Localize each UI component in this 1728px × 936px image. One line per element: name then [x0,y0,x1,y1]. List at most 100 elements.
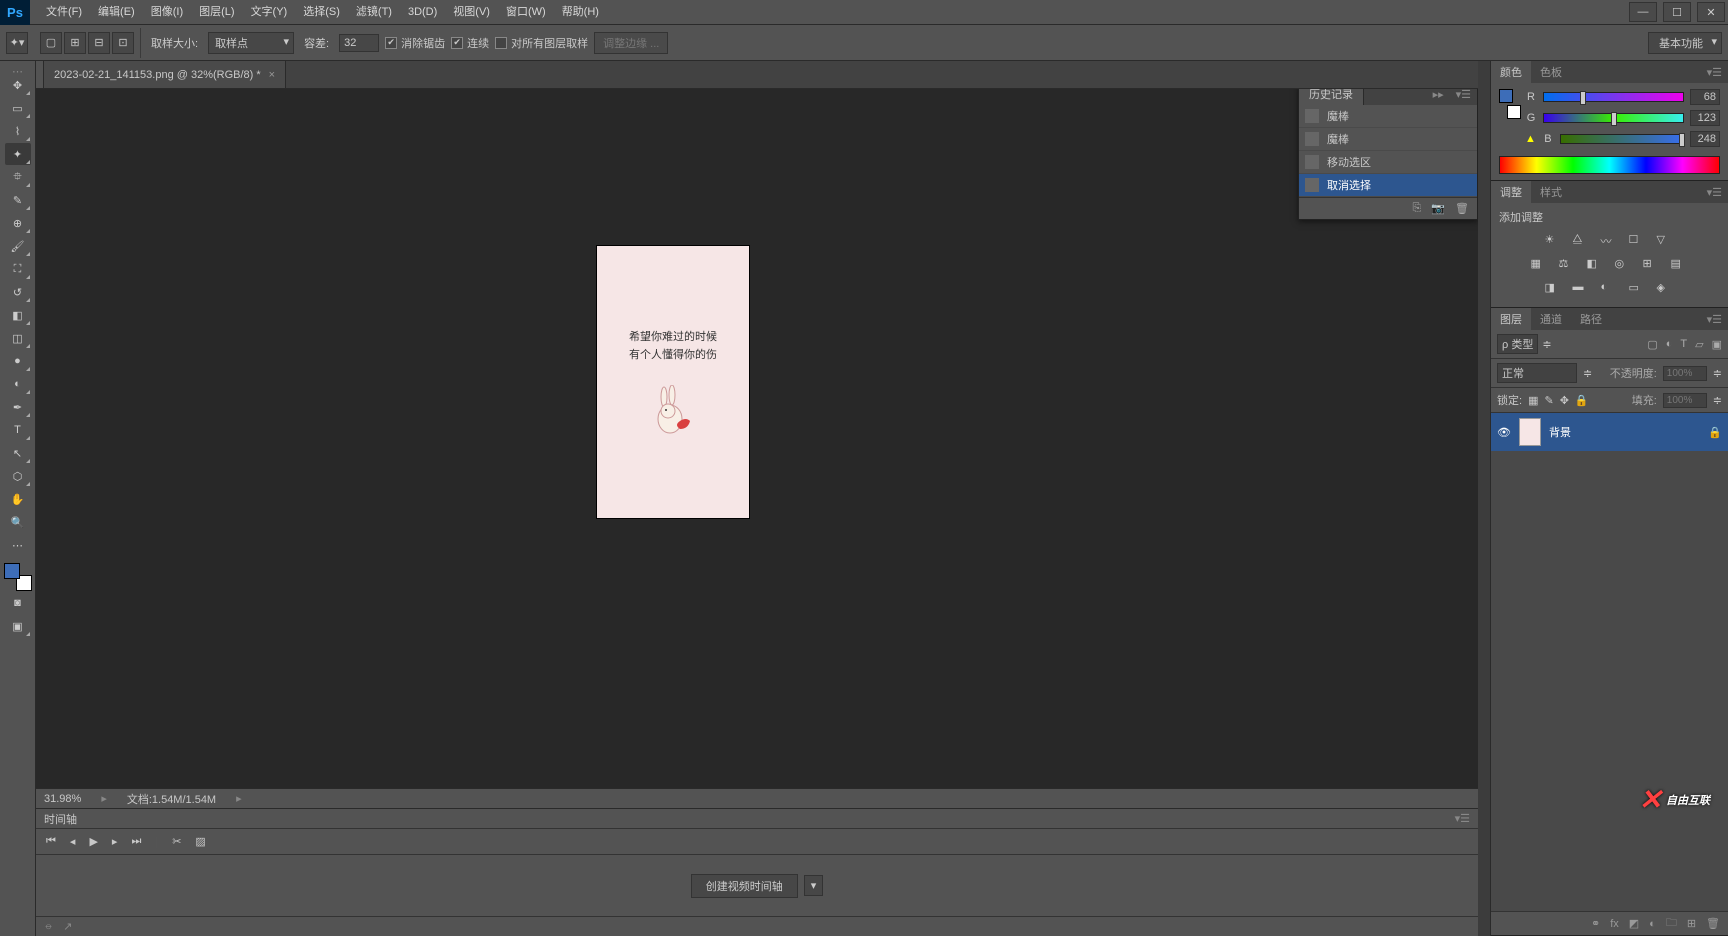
stamp-tool[interactable]: ⛶ [5,258,31,280]
photo-filter-icon[interactable]: ◎ [1615,257,1633,273]
fx-icon[interactable]: fx [1610,918,1619,930]
r-input[interactable]: 68 [1690,89,1720,105]
timeline-mode-dropdown[interactable]: ▾ [804,875,824,896]
opacity-input[interactable]: 100% [1663,366,1707,381]
menu-edit[interactable]: 编辑(E) [90,0,143,25]
menu-window[interactable]: 窗口(W) [498,0,554,25]
color-spectrum[interactable] [1499,156,1720,174]
lasso-tool[interactable]: ⌇ [5,120,31,142]
menu-help[interactable]: 帮助(H) [554,0,607,25]
balance-icon[interactable]: ⚖ [1559,257,1577,273]
tl-last-icon[interactable]: ⏭ [131,835,141,848]
threshold-icon[interactable]: ◐ [1601,281,1619,297]
g-slider[interactable] [1543,113,1684,123]
panel-collapse-strip[interactable] [1478,61,1490,936]
blur-tool[interactable]: ● [5,350,31,372]
filter-text-icon[interactable]: T [1680,338,1687,351]
r-slider[interactable] [1543,92,1684,102]
visibility-icon[interactable]: 👁 [1497,426,1511,439]
link-icon[interactable]: ⚭ [1591,917,1600,930]
healing-tool[interactable]: ⊕ [5,212,31,234]
marquee-tool[interactable]: ▭ [5,97,31,119]
curves-icon[interactable]: 〰 [1601,233,1619,249]
menu-3d[interactable]: 3D(D) [400,0,445,25]
selection-subtract-icon[interactable]: ⊟ [88,32,110,54]
snapshot-icon[interactable]: 📷 [1431,202,1445,215]
brightness-icon[interactable]: ☀ [1545,233,1563,249]
selection-intersect-icon[interactable]: ⊡ [112,32,134,54]
channels-tab[interactable]: 通道 [1531,308,1571,330]
filter-smart-icon[interactable]: ▣ [1712,338,1722,351]
menu-filter[interactable]: 滤镜(T) [348,0,400,25]
zoom-value[interactable]: 31.98% [44,793,81,805]
fill-input[interactable]: 100% [1663,393,1707,408]
menu-layer[interactable]: 图层(L) [191,0,242,25]
selective-icon[interactable]: ◈ [1657,281,1675,297]
gradient-tool[interactable]: ◫ [5,327,31,349]
tl-first-icon[interactable]: ⏮ [46,835,56,848]
crop-tool[interactable]: ⯐ [5,166,31,188]
move-tool[interactable]: ✥ [5,74,31,96]
sample-size-select[interactable]: 取样点 [208,32,294,54]
maximize-button[interactable]: ☐ [1663,2,1691,22]
panel-menu-icon[interactable]: ▾☰ [1701,66,1728,79]
history-item[interactable]: 魔棒 [1299,105,1477,128]
zoom-tool[interactable]: 🔍 [5,511,31,533]
antialias-checkbox[interactable]: ✔消除锯齿 [385,35,445,51]
tolerance-input[interactable]: 32 [339,34,379,52]
timeline-tab[interactable]: 时间轴 [44,811,77,827]
posterize-icon[interactable]: ▬ [1573,281,1591,297]
layer-item[interactable]: 👁 背景 🔒 [1491,413,1728,451]
lookup-icon[interactable]: ▤ [1671,257,1689,273]
menu-view[interactable]: 视图(V) [445,0,498,25]
lock-trans-icon[interactable]: ▦ [1528,394,1538,407]
minimize-button[interactable]: — [1629,2,1657,22]
doc-info[interactable]: 文档:1.54M/1.54M [127,791,216,807]
lock-pos-icon[interactable]: ✥ [1560,394,1569,407]
paths-tab[interactable]: 路径 [1571,308,1611,330]
document-tab[interactable]: 2023-02-21_141153.png @ 32%(RGB/8) * × [44,61,286,88]
color-tab[interactable]: 颜色 [1491,61,1531,83]
menu-select[interactable]: 选择(S) [295,0,348,25]
tl-cut-icon[interactable]: ✂ [172,835,181,848]
hand-tool[interactable]: ✋ [5,488,31,510]
adjustments-tab[interactable]: 调整 [1491,181,1531,203]
screen-mode-toggle[interactable]: ▣ [5,615,31,637]
mixer-icon[interactable]: ⊞ [1643,257,1661,273]
panel-menu-icon[interactable]: ▾☰ [1701,186,1728,199]
group-icon[interactable]: 🗀 [1666,914,1677,933]
filter-adjust-icon[interactable]: ◐ [1666,338,1673,351]
history-item[interactable]: 移动选区 [1299,151,1477,174]
mask-icon[interactable]: ◩ [1629,917,1639,930]
swatches-tab[interactable]: 色板 [1531,61,1571,83]
history-item[interactable]: 魔棒 [1299,128,1477,151]
b-input[interactable]: 248 [1690,131,1720,147]
timeline-menu-icon[interactable]: ▾☰ [1455,812,1470,825]
tl-next-icon[interactable]: ▸ [112,835,118,848]
path-select-tool[interactable]: ↖ [5,442,31,464]
filter-pixel-icon[interactable]: ▢ [1647,338,1657,351]
workspace-select[interactable]: 基本功能 [1648,32,1722,54]
eyedropper-tool[interactable]: ✎ [5,189,31,211]
bw-icon[interactable]: ◧ [1587,257,1605,273]
hue-icon[interactable]: ▦ [1531,257,1549,273]
tl-prev-icon[interactable]: ◂ [70,835,76,848]
all-layers-checkbox[interactable]: 对所有图层取样 [495,35,588,51]
tl-zoom-out-icon[interactable]: ⦵ [44,920,53,933]
canvas-viewport[interactable]: 希望你难过的时候 有个人懂得你的伤 历史记录 ▸▸ ▾☰ 魔棒 [36,89,1478,788]
shape-tool[interactable]: ⬡ [5,465,31,487]
menu-image[interactable]: 图像(I) [143,0,191,25]
vibrance-icon[interactable]: ▽ [1657,233,1675,249]
brush-tool[interactable]: 🖌 [5,235,31,257]
history-tab[interactable]: 历史记录 [1299,89,1364,105]
color-mini-swatch[interactable] [1499,89,1521,119]
panel-collapse-icon[interactable]: ▸▸ [1427,89,1450,101]
panel-menu-icon[interactable]: ▾☰ [1701,313,1728,326]
pen-tool[interactable]: ✒ [5,396,31,418]
close-tab-icon[interactable]: × [269,69,275,81]
layers-tab[interactable]: 图层 [1491,308,1531,330]
magic-wand-tool[interactable]: ✦ [5,143,31,165]
dodge-tool[interactable]: ◐ [5,373,31,395]
history-item[interactable]: 取消选择 [1299,174,1477,197]
panel-menu-icon[interactable]: ▾☰ [1450,89,1477,101]
